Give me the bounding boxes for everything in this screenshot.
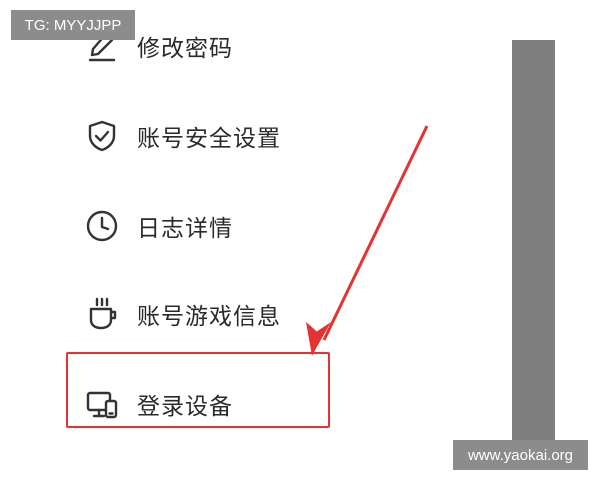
shield-check-icon — [84, 118, 120, 154]
side-scrollbar — [512, 40, 555, 450]
menu-item-label: 账号游戏信息 — [137, 304, 281, 330]
highlight-box — [66, 352, 330, 428]
menu-item-account-security[interactable]: 账号安全设置 — [84, 114, 281, 158]
menu-item-label: 日志详情 — [137, 216, 233, 242]
coffee-cup-icon — [84, 296, 120, 332]
menu-item-log-details[interactable]: 日志详情 — [84, 204, 233, 248]
menu-item-label: 修改密码 — [137, 36, 233, 62]
menu-item-account-game-info[interactable]: 账号游戏信息 — [84, 292, 281, 336]
watermark-top: TG: MYYJJPP — [11, 10, 135, 40]
clock-icon — [84, 208, 120, 244]
watermark-bottom: www.yaokai.org — [453, 440, 588, 470]
menu-item-label: 账号安全设置 — [137, 126, 281, 152]
